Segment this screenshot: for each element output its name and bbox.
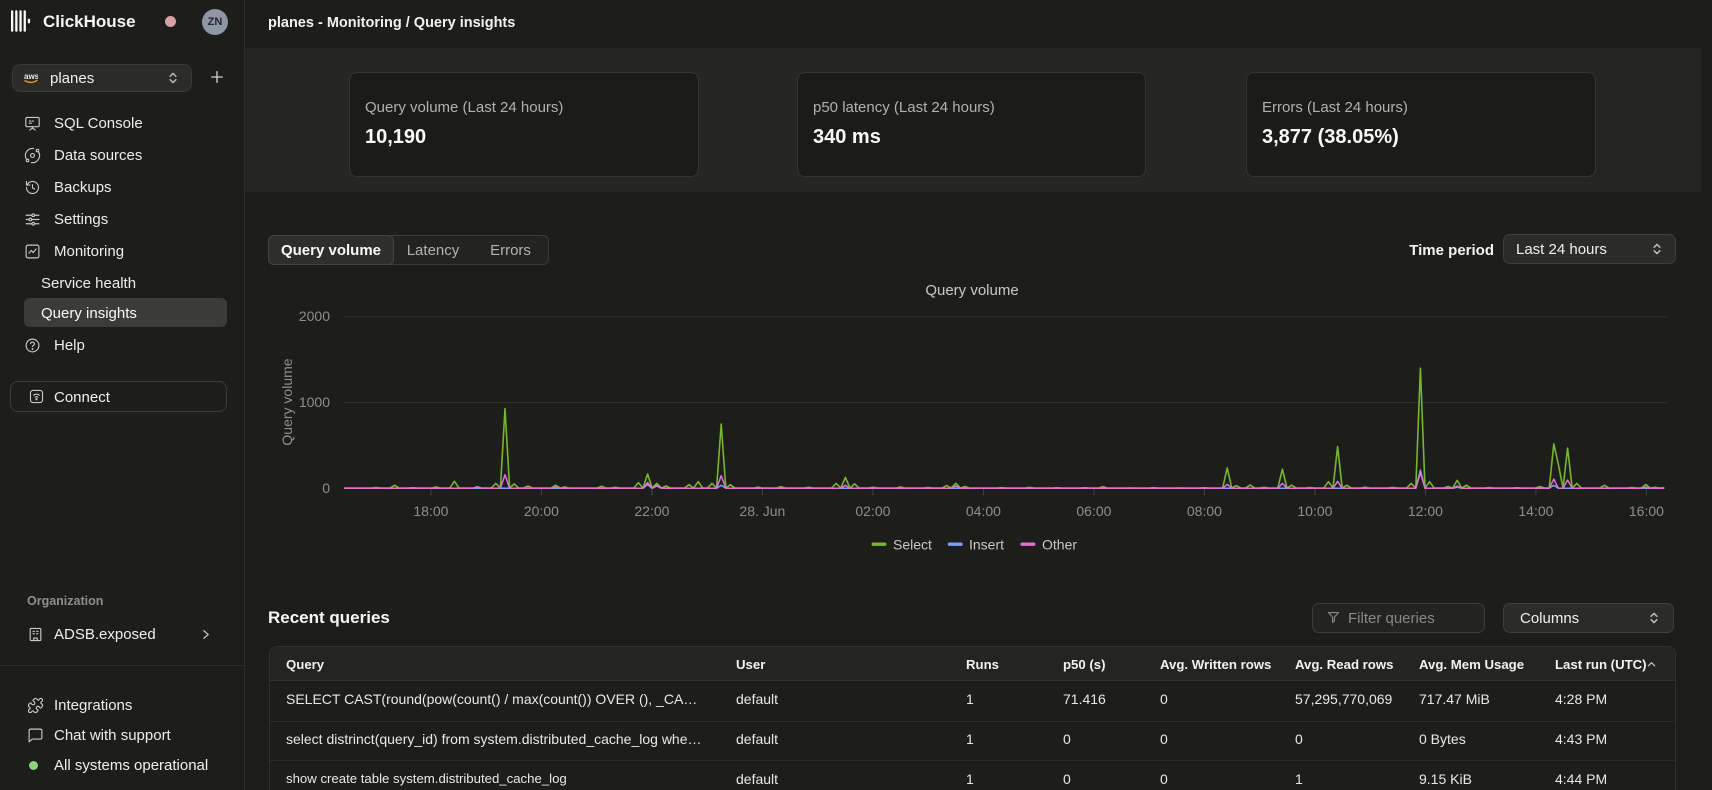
- svg-text:aws: aws: [24, 72, 38, 81]
- svg-text:08:00: 08:00: [1187, 503, 1222, 519]
- svg-text:14:00: 14:00: [1518, 503, 1553, 519]
- svg-text:18:00: 18:00: [413, 503, 448, 519]
- svg-text:04:00: 04:00: [966, 503, 1001, 519]
- svg-text:10:00: 10:00: [1297, 503, 1332, 519]
- svg-text:Query volume: Query volume: [925, 282, 1018, 299]
- svg-text:12:00: 12:00: [1408, 503, 1443, 519]
- svg-text:28. Jun: 28. Jun: [739, 503, 785, 519]
- svg-text:06:00: 06:00: [1076, 503, 1111, 519]
- svg-text:20:00: 20:00: [524, 503, 559, 519]
- svg-text:0: 0: [322, 480, 330, 496]
- svg-text:Insert: Insert: [969, 537, 1004, 553]
- svg-text:2000: 2000: [299, 308, 330, 324]
- svg-text:1000: 1000: [299, 394, 330, 410]
- svg-text:Other: Other: [1042, 537, 1077, 553]
- svg-text:16:00: 16:00: [1629, 503, 1664, 519]
- svg-text:02:00: 02:00: [855, 503, 890, 519]
- svg-text:Query volume: Query volume: [279, 358, 295, 445]
- svg-text:22:00: 22:00: [634, 503, 669, 519]
- svg-text:Select: Select: [893, 537, 932, 553]
